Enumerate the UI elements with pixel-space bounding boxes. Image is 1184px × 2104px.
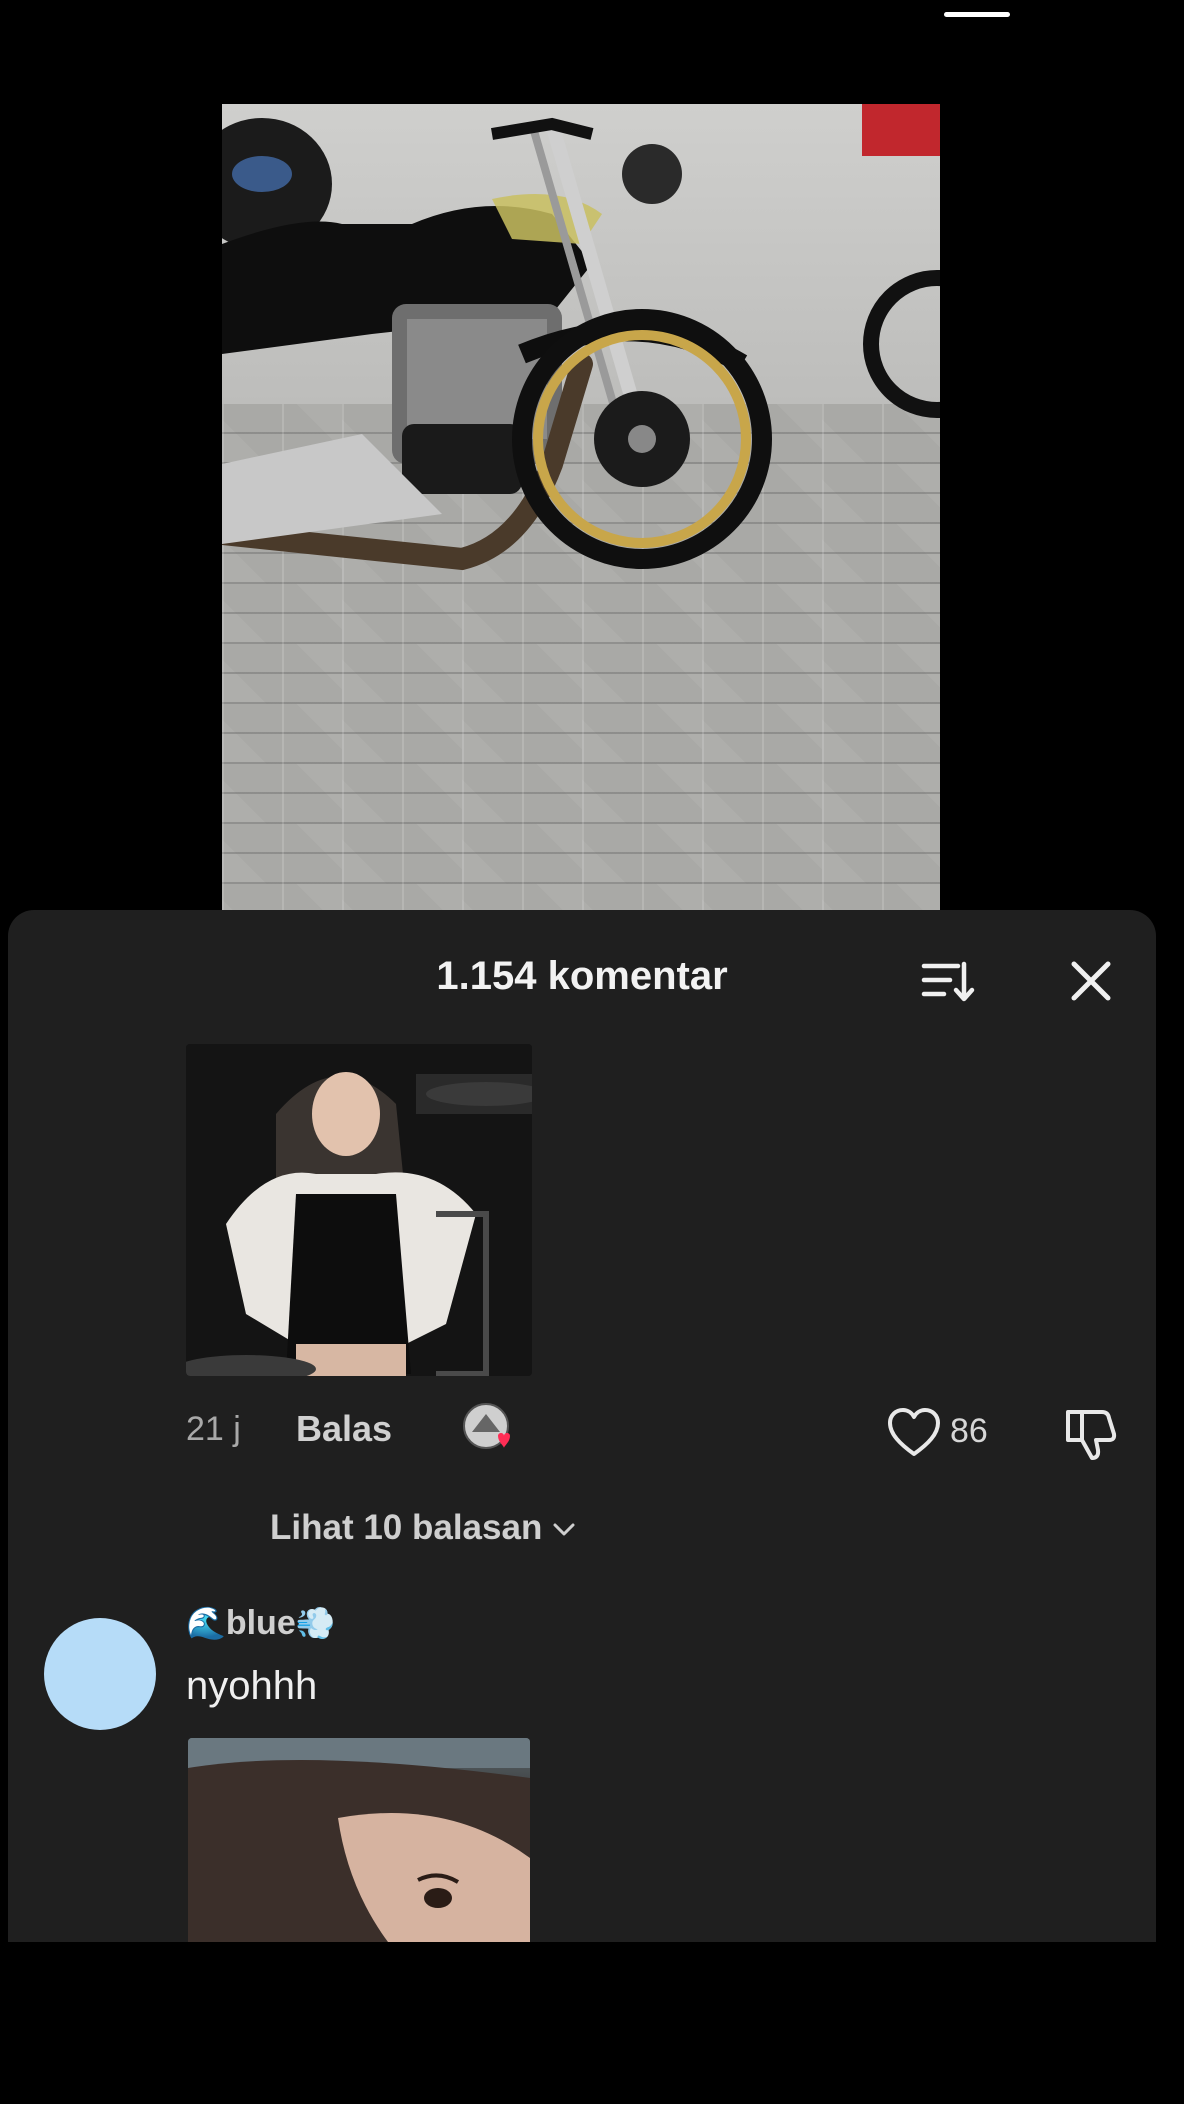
comment-text: nyohhh bbox=[186, 1664, 318, 1708]
comments-count-title: 1.154 komentar bbox=[436, 954, 728, 998]
status-indicator bbox=[944, 12, 1010, 17]
like-count: 86 bbox=[950, 1412, 988, 1450]
view-replies-label: Lihat 10 balasan bbox=[270, 1508, 543, 1547]
close-icon[interactable] bbox=[1066, 956, 1116, 1006]
wave-emoji: 🌊 bbox=[186, 1605, 226, 1641]
comment-username[interactable]: 🌊blue💨 bbox=[186, 1604, 336, 1643]
comment-image[interactable] bbox=[186, 1044, 532, 1376]
thumbs-down-icon[interactable] bbox=[1062, 1406, 1118, 1462]
username-text: blue bbox=[225, 1604, 296, 1642]
comment-image[interactable] bbox=[188, 1738, 530, 1942]
creator-liked-avatar bbox=[462, 1402, 518, 1458]
comments-sheet: 1.154 komentar 21 j Balas 86 Lihat 10 ba… bbox=[8, 910, 1156, 1942]
view-replies-button[interactable]: Lihat 10 balasan bbox=[270, 1508, 576, 1548]
avatar[interactable] bbox=[44, 1618, 156, 1730]
heart-icon[interactable] bbox=[886, 1406, 942, 1460]
reply-button[interactable]: Balas bbox=[296, 1408, 392, 1468]
motorcycle-illustration bbox=[222, 104, 940, 571]
sort-icon[interactable] bbox=[920, 958, 976, 1006]
video-player[interactable] bbox=[222, 104, 940, 910]
comment-time: 21 j bbox=[186, 1410, 241, 1448]
dash-emoji: 💨 bbox=[295, 1605, 336, 1641]
bottom-area bbox=[0, 1942, 1184, 2104]
chevron-down-icon bbox=[552, 1508, 576, 1548]
